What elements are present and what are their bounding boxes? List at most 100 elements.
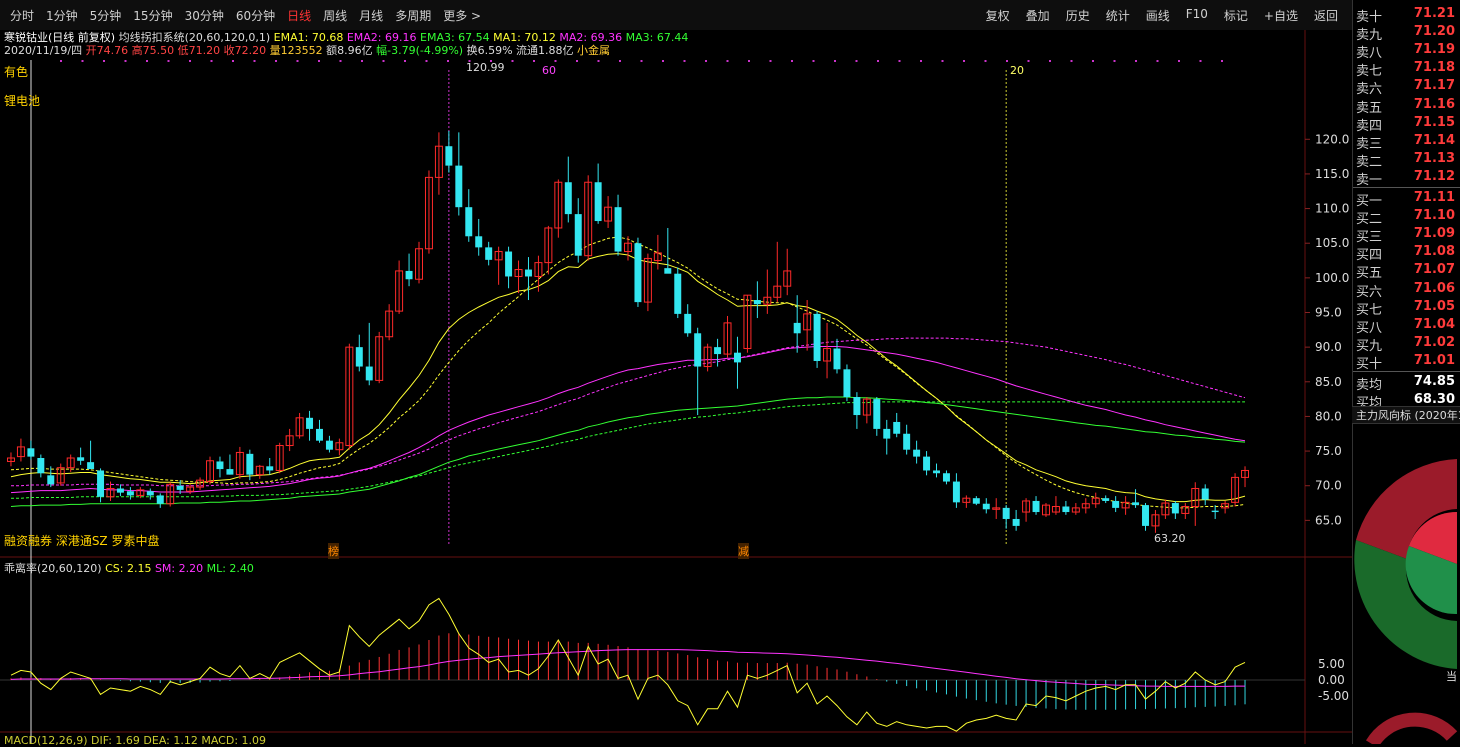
top-marker-dot [834, 60, 836, 62]
ask-row-0-price: 71.21 [1413, 6, 1455, 21]
price-axis-label: 95.0 [1315, 306, 1342, 320]
vline-60-label: 60 [542, 64, 556, 77]
top-marker-dot [1092, 60, 1094, 62]
candle-body [47, 475, 55, 485]
top-marker-dot [404, 60, 406, 62]
candle-body [1132, 502, 1140, 506]
bias-cs: CS: 2.15 [105, 562, 152, 575]
tag-sector-1[interactable]: 有色 [4, 63, 28, 80]
candle-body [87, 462, 95, 470]
candle-body [77, 457, 85, 461]
candle-body [1171, 503, 1179, 514]
bid-row-3[interactable]: 买四 71.08 [1353, 243, 1460, 263]
candle-body [1142, 505, 1149, 526]
bias-sm: SM: 2.20 [154, 562, 204, 575]
ask-row-1-price: 71.20 [1413, 24, 1455, 40]
candle-body [793, 322, 801, 334]
bid-row-6[interactable]: 买七 71.05 [1353, 298, 1460, 318]
candle-body [27, 448, 35, 457]
ask-row-6-price: 71.15 [1413, 114, 1455, 130]
candle [813, 311, 821, 368]
bid-row-5[interactable]: 买六 71.06 [1353, 280, 1460, 300]
macd-header[interactable]: MACD(12,26,9) DIF: 1.69 DEA: 1.12 MACD: … [4, 734, 266, 747]
top-marker-dot [189, 60, 191, 62]
bias-name[interactable]: 乖离率(20,60,120) [4, 562, 102, 575]
price-axis-label: 75.0 [1315, 444, 1342, 458]
avg-row-0[interactable]: 卖均 74.85 [1353, 373, 1460, 393]
mark-jian[interactable]: 减 [738, 543, 749, 559]
bid-row-8[interactable]: 买九 71.02 [1353, 334, 1460, 354]
top-marker-dot [533, 60, 535, 62]
top-marker-dot [748, 60, 750, 62]
ask-row-4[interactable]: 卖六 71.17 [1353, 77, 1460, 97]
ask-row-9[interactable]: 卖一 71.12 [1353, 168, 1460, 188]
price-axis-label: 80.0 [1315, 409, 1342, 423]
top-marker-dot [554, 60, 557, 62]
ask-row-6[interactable]: 卖四 71.15 [1353, 114, 1460, 134]
ask-row-8[interactable]: 卖二 71.13 [1353, 150, 1460, 170]
ask-row-0[interactable]: 卖十 71.21 [1353, 5, 1460, 25]
bid-row-9-label: 买十 [1356, 356, 1383, 372]
quote-sector[interactable]: 小金属 [577, 44, 610, 57]
ask-row-7[interactable]: 卖三 71.14 [1353, 132, 1460, 152]
kline-chart[interactable]: 120.0 115.0 110.0 105.0 100.0 95.0 90.0 85.0 80.… [0, 0, 1352, 744]
bid-row-9-price: 71.01 [1413, 352, 1455, 368]
top-marker-dot [1113, 60, 1116, 62]
candle-body [634, 243, 642, 303]
bid-row-7[interactable]: 买八 71.04 [1353, 316, 1460, 336]
top-marker-dot [124, 60, 127, 62]
quote-low: 低71.20 [177, 44, 221, 57]
top-marker-dot [769, 60, 772, 62]
low-price-label: 63.20 [1154, 532, 1186, 545]
quote-high: 高75.50 [131, 44, 175, 57]
candle-body [952, 481, 960, 503]
top-marker-dot [382, 60, 385, 62]
flow-indicator-title[interactable]: 主力风向标 (2020年1 [1352, 406, 1460, 424]
bias-axis-label: -5.00 [1318, 689, 1349, 703]
top-marker-dot [1006, 60, 1008, 62]
candle-body [475, 236, 483, 248]
candle-body [1032, 500, 1040, 513]
top-marker-dot [1178, 60, 1180, 62]
top-marker-dot [941, 60, 944, 62]
top-marker-dot [662, 60, 664, 62]
candle-body [1002, 507, 1010, 519]
ask-row-2[interactable]: 卖八 71.19 [1353, 41, 1460, 61]
top-marker-dot [963, 60, 965, 62]
bid-row-1[interactable]: 买二 71.10 [1353, 207, 1460, 227]
quote-float: 流通1.88亿 [516, 44, 574, 57]
price-axis-label: 110.0 [1315, 202, 1349, 216]
ask-row-3[interactable]: 卖七 71.18 [1353, 59, 1460, 79]
ma3-value: MA3: 67.44 [625, 31, 689, 44]
ask-row-8-price: 71.13 [1413, 150, 1455, 166]
candle-body [1012, 518, 1020, 526]
high-price-label: 120.99 [466, 61, 505, 74]
tag-sector-2[interactable]: 锂电池 [4, 92, 40, 109]
candle-body [972, 498, 980, 504]
quote-volume: 量123552 [269, 44, 323, 57]
mark-bang[interactable]: 榜 [328, 543, 339, 559]
quote-date: 2020/11/19/四 [4, 44, 83, 57]
top-marker-dot [705, 60, 707, 62]
bid-row-2[interactable]: 买三 71.09 [1353, 225, 1460, 245]
ask-row-5[interactable]: 卖五 71.16 [1353, 96, 1460, 116]
bid-row-4[interactable]: 买五 71.07 [1353, 261, 1460, 281]
ask-row-1[interactable]: 卖九 71.20 [1353, 23, 1460, 43]
candle-body [614, 207, 622, 252]
candle-body [316, 428, 323, 441]
tag-concepts[interactable]: 融资融券 深港通SZ 罗素中盘 [4, 532, 159, 549]
top-marker-dot [81, 60, 84, 62]
price-axis-label: 70.0 [1315, 479, 1342, 493]
candle-body [873, 399, 881, 429]
top-marker-dot [920, 60, 922, 62]
top-marker-dot [103, 60, 105, 62]
bid-row-9[interactable]: 买十 71.01 [1353, 352, 1460, 372]
top-marker-dot [447, 60, 449, 62]
candle-body [355, 347, 363, 367]
candle-body [933, 470, 940, 474]
top-marker-dot [275, 60, 277, 62]
bid-row-0[interactable]: 买一 71.11 [1353, 189, 1460, 209]
avg-row-1-price: 68.30 [1413, 392, 1455, 408]
candle-body [833, 348, 841, 370]
top-marker-dot [619, 60, 621, 62]
